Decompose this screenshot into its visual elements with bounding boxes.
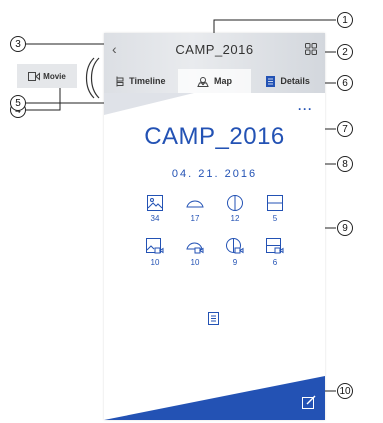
callout-9: 9 — [337, 220, 353, 236]
photo-icon — [147, 195, 163, 211]
callout-1: 1 — [337, 12, 353, 28]
panorama-icon — [186, 200, 204, 208]
callout-8: 8 — [337, 156, 353, 172]
stat-count: 10 — [150, 258, 160, 267]
dual-video-icon — [266, 238, 284, 254]
corner-decoration-bottom — [104, 376, 325, 420]
callout-3: 3 — [10, 36, 26, 52]
album-title: CAMP_2016 — [144, 123, 285, 150]
callout-6: 6 — [337, 75, 353, 91]
tab-map[interactable]: Map — [177, 69, 252, 93]
view-tabs: Timeline Map Details — [104, 69, 325, 93]
map-icon — [197, 76, 209, 87]
stat-count: 9 — [232, 258, 238, 267]
tab-details-label: Details — [280, 76, 310, 86]
tab-map-label: Map — [214, 76, 232, 86]
stat-count: 17 — [190, 214, 200, 223]
document-icon[interactable] — [208, 312, 219, 325]
stat-count: 34 — [150, 214, 160, 223]
album-details-card: ··· CAMP_2016 04. 21. 2016 34 17 12 5 10… — [104, 93, 325, 420]
corner-decoration-top — [104, 93, 194, 115]
tab-timeline-label: Timeline — [129, 76, 166, 86]
stat-panoramas[interactable]: 17 — [175, 195, 215, 223]
split-photo-icon — [227, 195, 243, 211]
edit-icon[interactable] — [302, 395, 316, 409]
stat-count: 5 — [272, 214, 278, 223]
timeline-icon — [116, 76, 124, 86]
details-icon — [266, 75, 276, 87]
stat-panorama-videos[interactable]: 10 — [175, 238, 215, 267]
movie-icon — [28, 71, 41, 81]
grid-icon[interactable] — [305, 43, 317, 55]
stat-photo-videos[interactable]: 10 — [135, 238, 175, 267]
stat-count: 6 — [272, 258, 278, 267]
callout-2: 2 — [337, 44, 353, 60]
movie-tab-label: Movie — [43, 71, 66, 81]
dual-view-icon — [267, 195, 283, 211]
stat-photos[interactable]: 34 — [135, 195, 175, 223]
stat-count: 10 — [190, 258, 200, 267]
page-title: CAMP_2016 — [175, 42, 254, 57]
photo-video-icon — [146, 238, 164, 254]
stat-split-photos[interactable]: 12 — [215, 195, 255, 223]
top-bar: ‹ CAMP_2016 Timeline Map Details — [104, 33, 325, 93]
tab-details[interactable]: Details — [251, 69, 325, 93]
movie-tab[interactable]: Movie — [17, 64, 77, 88]
swipe-gesture-icon — [85, 57, 100, 99]
stat-count: 12 — [230, 214, 240, 223]
album-date: 04. 21. 2016 — [171, 168, 258, 180]
split-video-icon — [226, 238, 244, 254]
stat-split-videos[interactable]: 9 — [215, 238, 255, 267]
phone-screen: ‹ CAMP_2016 Timeline Map Details ··· CAM… — [104, 33, 325, 420]
tab-timeline[interactable]: Timeline — [104, 69, 178, 93]
stat-dual-view[interactable]: 5 — [255, 195, 295, 223]
callout-7: 7 — [337, 121, 353, 137]
callout-10: 10 — [337, 383, 353, 399]
stat-dual-videos[interactable]: 6 — [255, 238, 295, 267]
panorama-video-icon — [186, 242, 204, 254]
callout-5: 5 — [10, 95, 26, 111]
more-options-button[interactable]: ··· — [298, 102, 313, 116]
